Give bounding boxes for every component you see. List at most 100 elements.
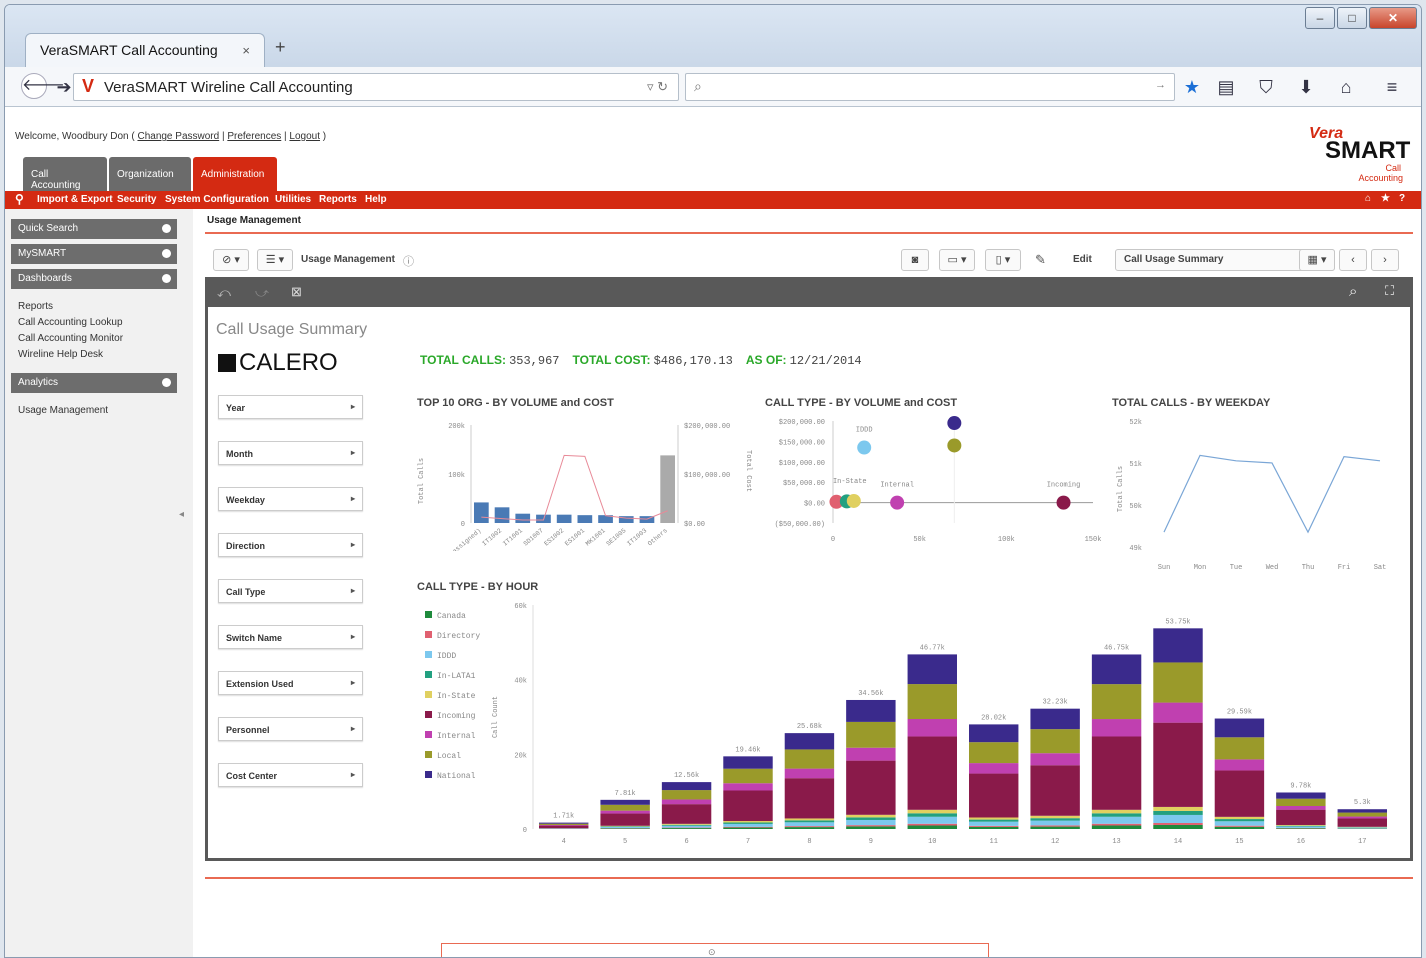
link-call-accounting-lookup[interactable]: Call Accounting Lookup (18, 317, 123, 328)
change-password-link[interactable]: Change Password (137, 131, 219, 142)
home-icon[interactable]: ⌂ (1335, 77, 1357, 98)
y-tick-label: 51k (1129, 461, 1142, 469)
go-arrow-icon[interactable]: → (1155, 79, 1166, 91)
bookmark-star-icon[interactable]: ★ (1181, 77, 1203, 98)
info-icon[interactable]: ⓘ (403, 253, 414, 269)
tab-close-icon[interactable]: × (242, 43, 250, 58)
sheets-grid-button[interactable]: ▦ ▾ (1299, 249, 1335, 271)
preferences-link[interactable]: Preferences (227, 131, 281, 142)
expand-icon[interactable] (162, 274, 171, 283)
close-window-button[interactable]: ✕ (1369, 7, 1417, 29)
x-tick-label: Fri (1338, 564, 1351, 571)
x-tick-label: 6 (684, 838, 688, 846)
selection-tool-icon[interactable]: ⛶ (1385, 283, 1394, 299)
filter-switch-name[interactable]: Switch Name (218, 625, 363, 649)
link-call-accounting-monitor[interactable]: Call Accounting Monitor (18, 333, 123, 344)
total-label: 25.68k (797, 723, 822, 731)
link-reports[interactable]: Reports (18, 301, 53, 312)
tab-administration[interactable]: Administration (193, 157, 277, 193)
legend-swatch (425, 731, 432, 738)
stacked-bar-segment (846, 817, 896, 820)
edit-button[interactable]: Edit (1073, 254, 1092, 265)
bookmark-button[interactable]: ▯ ▾ (985, 249, 1021, 271)
minimize-button[interactable]: – (1305, 7, 1335, 29)
sheet-name: Call Usage Summary (1124, 254, 1224, 265)
expand-panel-icon[interactable]: ⊙ (708, 947, 716, 957)
stacked-bar-segment (600, 828, 650, 829)
filter-extension-used[interactable]: Extension Used (218, 671, 363, 695)
help-icon[interactable]: ? (1399, 193, 1405, 204)
stacked-bar-segment (723, 821, 773, 823)
previous-sheet-button[interactable]: ‹ (1339, 249, 1367, 271)
menu-reports[interactable]: Reports (319, 194, 357, 205)
menu-utilities[interactable]: Utilities (275, 194, 311, 205)
search-icon[interactable]: ⌕ (1349, 283, 1357, 300)
legend-label: Internal (437, 732, 476, 741)
tab-call-accounting[interactable]: Call Accounting (23, 157, 107, 193)
stacked-bar-segment (1030, 820, 1080, 826)
link-wireline-help-desk[interactable]: Wireline Help Desk (18, 349, 103, 360)
analytics-header[interactable]: Analytics (11, 373, 177, 393)
expand-icon[interactable] (162, 249, 171, 258)
quick-search-header[interactable]: Quick Search (11, 219, 177, 239)
divider (205, 232, 1413, 234)
menu-security[interactable]: Security (117, 194, 156, 205)
expand-icon[interactable] (162, 378, 171, 387)
logout-link[interactable]: Logout (289, 131, 320, 142)
menu-import-export[interactable]: Import & Export (37, 194, 113, 205)
tab-organization[interactable]: Organization (109, 157, 191, 193)
mysmart-header[interactable]: MySMART (11, 244, 177, 264)
back-arrow-icon[interactable]: 🡐 (21, 73, 65, 99)
call-type-scatter-chart[interactable]: ($50,000.00) $0.00 $50,000.00 $100,000.00 $1… (743, 411, 1103, 561)
menu-help[interactable]: Help (365, 194, 387, 205)
call-type-by-hour-chart[interactable]: 0 20k 40k 60k Call Count Canada Directory IDDD I… (413, 593, 1398, 849)
top10-org-chart[interactable]: 0 100k 200k $0.00 $100,000.00 $200,000.00 Tota… (413, 411, 743, 551)
url-bar[interactable]: V VeraSMART Wireline Call Accounting ▿ ↻ (73, 73, 679, 101)
filter-year[interactable]: Year (218, 395, 363, 419)
home-icon[interactable]: ⌂ (1365, 193, 1371, 204)
filter-direction[interactable]: Direction (218, 533, 363, 557)
x-tick-label: Tue (1230, 564, 1243, 571)
scatter-point (857, 440, 872, 455)
download-icon[interactable]: ⬇ (1295, 77, 1317, 98)
next-sheet-button[interactable]: › (1371, 249, 1399, 271)
present-button[interactable]: ▭ ▾ (939, 249, 975, 271)
dashboards-header[interactable]: Dashboards (11, 269, 177, 289)
list-menu-button[interactable]: ☰ ▾ (257, 249, 293, 271)
filter-call-type[interactable]: Call Type (218, 579, 363, 603)
step-forward-icon[interactable]: ⤻ (255, 285, 269, 301)
pencil-icon[interactable]: ✎ (1035, 252, 1046, 268)
weekday-line-chart[interactable]: 49k 50k 51k 52k Total Calls Sun Mon Tue Wed Thu Fr… (1112, 411, 1408, 571)
logo-smart: SMART (1325, 137, 1411, 164)
filter-weekday[interactable]: Weekday (218, 487, 363, 511)
browser-tab[interactable]: VeraSMART Call Accounting × (25, 33, 265, 67)
navigation-menu-button[interactable]: ⊘ ▾ (213, 249, 249, 271)
collapse-sidebar-icon[interactable]: ◂ (179, 509, 184, 520)
link-usage-management[interactable]: Usage Management (18, 405, 108, 416)
step-back-icon[interactable]: ⤺ (217, 285, 231, 301)
search-input[interactable]: ⌕ → (685, 73, 1175, 101)
page-content: Welcome, Woodbury Don ( Change Password … (5, 107, 1421, 957)
search-icon[interactable]: ⚲ (15, 192, 24, 206)
camera-icon[interactable]: ◙ (901, 249, 929, 271)
forward-arrow-icon[interactable]: ➔ (53, 77, 75, 98)
legend-swatch (425, 691, 432, 698)
kpi-cost-label: TOTAL COST: (572, 353, 651, 367)
new-tab-button[interactable]: + (275, 37, 286, 58)
maximize-button[interactable]: □ (1337, 7, 1367, 29)
pocket-icon[interactable]: ⛉ (1255, 77, 1277, 98)
clear-selections-icon[interactable]: ⊠ (291, 284, 302, 300)
calero-logo: CALERO (218, 349, 338, 377)
total-label: 19.46k (735, 746, 760, 754)
favorite-star-icon[interactable]: ★ (1381, 193, 1390, 204)
stacked-bar-segment (969, 742, 1019, 764)
chart3-title: TOTAL CALLS - BY WEEKDAY (1112, 397, 1271, 409)
expand-icon[interactable] (162, 224, 171, 233)
reload-icon[interactable]: ▿ ↻ (647, 79, 668, 95)
menu-icon[interactable]: ≡ (1381, 77, 1403, 98)
reading-list-icon[interactable]: ▤ (1215, 77, 1237, 98)
filter-cost-center[interactable]: Cost Center (218, 763, 363, 787)
filter-personnel[interactable]: Personnel (218, 717, 363, 741)
menu-system-configuration[interactable]: System Configuration (165, 194, 269, 205)
filter-month[interactable]: Month (218, 441, 363, 465)
